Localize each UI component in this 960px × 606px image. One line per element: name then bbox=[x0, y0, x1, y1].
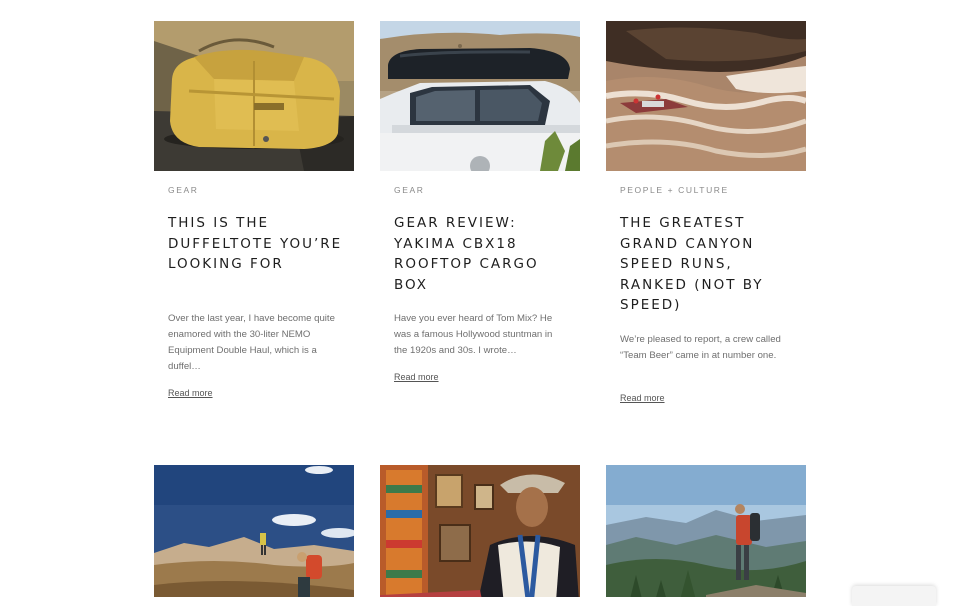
rooftop-cargo-box-image[interactable] bbox=[380, 21, 580, 171]
read-more-link[interactable]: Read more bbox=[620, 393, 665, 403]
article-title[interactable]: THE GREATEST GRAND CANYON SPEED RUNS, RA… bbox=[620, 213, 800, 316]
article-title[interactable]: THIS IS THE DUFFELTOTE YOU’RE LOOKING FO… bbox=[168, 213, 348, 275]
article-excerpt: Over the last year, I have become quite … bbox=[168, 313, 335, 372]
elder-portrait-image[interactable] bbox=[380, 465, 580, 597]
floating-widget[interactable] bbox=[852, 586, 936, 606]
article-excerpt: We’re pleased to report, a crew called “… bbox=[620, 334, 781, 361]
duffel-bag-image[interactable] bbox=[154, 21, 354, 171]
read-more-link[interactable]: Read more bbox=[394, 372, 439, 382]
read-more-link[interactable]: Read more bbox=[168, 388, 213, 398]
article-title[interactable]: GEAR REVIEW: YAKIMA CBX18 ROOFTOP CARGO … bbox=[394, 213, 574, 295]
hikers-mountain-meadow-image[interactable] bbox=[154, 465, 354, 597]
article-category[interactable]: GEAR bbox=[168, 185, 199, 195]
hiker-forest-valley-image[interactable] bbox=[606, 465, 806, 597]
article-excerpt: Have you ever heard of Tom Mix? He was a… bbox=[394, 313, 553, 356]
river-rapids-image[interactable] bbox=[606, 21, 806, 171]
article-category[interactable]: PEOPLE + CULTURE bbox=[620, 185, 729, 195]
article-category[interactable]: GEAR bbox=[394, 185, 425, 195]
